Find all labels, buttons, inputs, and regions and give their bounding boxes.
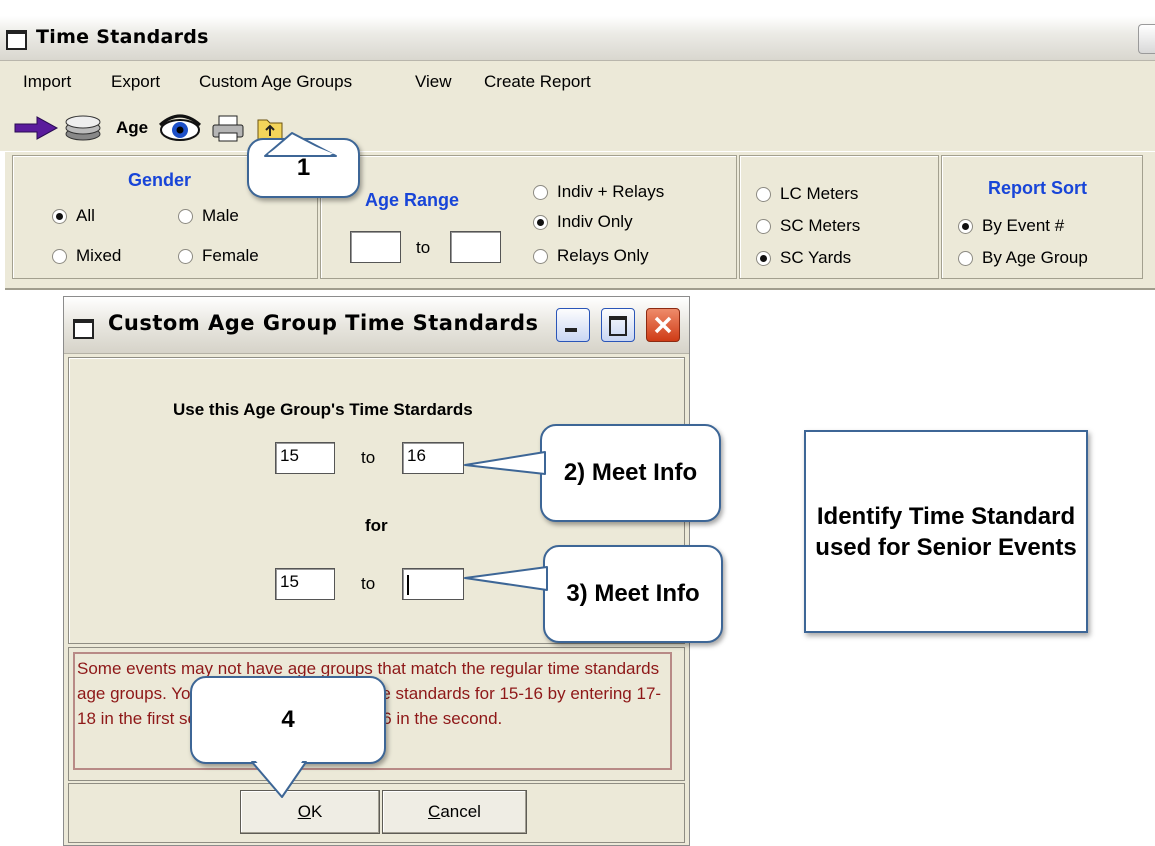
callout-4-pointer-fill bbox=[255, 760, 303, 792]
